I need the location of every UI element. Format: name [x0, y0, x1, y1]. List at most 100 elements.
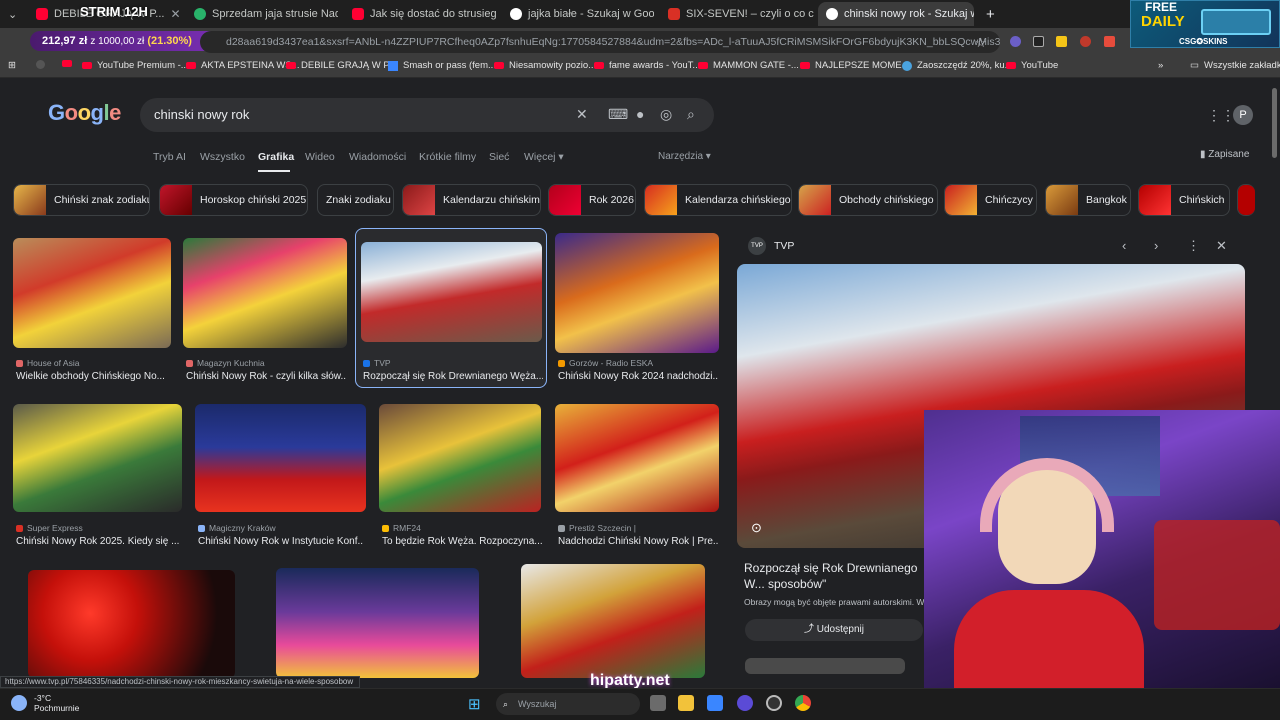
preview-source[interactable]: TVP	[774, 240, 794, 252]
result-image[interactable]	[13, 238, 171, 348]
apps-grid-icon[interactable]: ⊞	[8, 60, 16, 71]
filter-chip[interactable]	[1237, 184, 1255, 216]
tools-dropdown[interactable]: Narzędzia ▾	[658, 151, 711, 162]
search-icon[interactable]: ⌕	[687, 106, 695, 123]
obs-icon[interactable]	[766, 695, 782, 711]
microphone-icon[interactable]: ●	[636, 106, 644, 122]
address-bar[interactable]: d28aa619d3437ea1&sxsrf=ANbL-n4ZZPIUP7RCf…	[200, 31, 1000, 53]
result-image[interactable]	[13, 404, 182, 512]
bookmark-item[interactable]: DEBILE GRAJĄ W P...	[286, 60, 396, 71]
bookmark-item[interactable]: MAMMON GATE -...	[698, 60, 799, 71]
weather-widget[interactable]: -3°C Pochmurnie	[34, 693, 79, 713]
lens-icon[interactable]: ⊙	[751, 520, 762, 536]
filter-chip[interactable]: Chiński znak zodiaku	[13, 184, 150, 216]
tab-short-videos[interactable]: Krótkie filmy	[419, 151, 476, 163]
google-apps-icon[interactable]: ⋮⋮	[1207, 107, 1235, 124]
tab-search-button[interactable]: ⌄	[0, 2, 26, 26]
filter-chip[interactable]: Bangkok	[1045, 184, 1131, 216]
result-title[interactable]: Chiński Nowy Rok w Instytucie Konf...	[198, 536, 363, 547]
search-input[interactable]: chinski nowy rok ✕ ⌨ ● ◎ ⌕	[140, 98, 714, 132]
all-bookmarks[interactable]: ▭ Wszystkie zakładki	[1190, 60, 1280, 71]
avatar[interactable]: P	[1233, 105, 1253, 125]
related-thumbnail[interactable]	[745, 658, 905, 674]
filter-chip[interactable]: Obchody chińskiego	[798, 184, 938, 216]
google-logo[interactable]: Google	[48, 100, 121, 126]
bookmark-item[interactable]: NAJLEPSZE MOME...	[800, 60, 910, 71]
bookmark-item[interactable]: YouTube	[1006, 60, 1058, 71]
filter-chip[interactable]: Chińskich	[1138, 184, 1230, 216]
result-image[interactable]	[555, 233, 719, 353]
skins-ad-banner[interactable]: FREE DAILY CSG✪SKINS	[1130, 0, 1280, 48]
bookmark-item[interactable]: Smash or pass (fem...	[388, 60, 496, 71]
store-icon[interactable]	[707, 695, 723, 711]
tab-ai-mode[interactable]: Tryb AI	[153, 151, 186, 163]
result-image[interactable]	[521, 564, 705, 678]
result-image[interactable]	[183, 238, 347, 348]
clear-icon[interactable]: ✕	[576, 106, 588, 123]
tab-news[interactable]: Wiadomości	[349, 151, 406, 163]
extension-icon[interactable]	[1033, 36, 1044, 47]
close-icon[interactable]: ✕	[170, 7, 180, 21]
result-title[interactable]: Chiński Nowy Rok - czyli kilka słów...	[186, 371, 346, 382]
extension-icon[interactable]	[1056, 36, 1067, 47]
filter-chip[interactable]: Znaki zodiaku	[317, 184, 394, 216]
browser-tab[interactable]: jajka białe - Szukaj w Google✕	[502, 2, 654, 26]
bookmark-item[interactable]: AKTA EPSTEINA WS...	[186, 60, 300, 71]
bookmark-item[interactable]	[36, 60, 45, 69]
tab-more[interactable]: Więcej ▾	[524, 151, 564, 163]
bookmark-item[interactable]	[62, 60, 72, 67]
bookmark-star-icon[interactable]: ☆	[975, 35, 987, 51]
lens-icon[interactable]: ◎	[660, 106, 672, 123]
result-title[interactable]: Wielkie obchody Chińskiego No...	[16, 371, 176, 382]
filter-chip[interactable]: Chińczycy	[944, 184, 1037, 216]
bookmark-item[interactable]: Niesamowity pozio...	[494, 60, 596, 71]
result-image[interactable]	[28, 570, 235, 678]
previous-icon[interactable]: ‹	[1122, 238, 1126, 253]
filter-chip[interactable]: Kalendarzu chińskim	[402, 184, 541, 216]
result-title[interactable]: To będzie Rok Węża. Rozpoczyna...	[382, 536, 542, 547]
close-icon[interactable]: ✕	[1216, 238, 1227, 254]
new-tab-button[interactable]: +	[978, 2, 998, 26]
taskbar-search[interactable]: ⌕ Wyszukaj	[496, 693, 640, 715]
bookmark-item[interactable]: Zaoszczędź 20%, ku...	[902, 60, 1013, 71]
tab-web[interactable]: Sieć	[489, 151, 509, 163]
browser-tab-active[interactable]: chinski nowy rok - Szukaj w Google✕	[818, 2, 974, 26]
result-image[interactable]	[555, 404, 719, 512]
result-title[interactable]: Chiński Nowy Rok 2025. Kiedy się ...	[16, 536, 181, 547]
keyboard-icon[interactable]: ⌨	[608, 106, 628, 123]
scrollbar[interactable]	[1272, 88, 1277, 158]
result-title[interactable]: Rozpoczął się Rok Drewnianego Węża...	[363, 371, 543, 382]
result-image[interactable]	[379, 404, 541, 512]
share-button[interactable]: ⤴ Udostępnij	[745, 619, 923, 641]
browser-tab[interactable]: Sprzedam jaja strusie Nadarzyn✕	[186, 2, 338, 26]
preview-title[interactable]: Rozpoczął się Rok Drewnianego W... sposo…	[744, 560, 934, 592]
more-options-icon[interactable]: ⋮	[1187, 238, 1200, 254]
tab-videos[interactable]: Wideo	[305, 151, 335, 163]
next-icon[interactable]: ›	[1154, 238, 1158, 253]
tab-all[interactable]: Wszystko	[200, 151, 245, 163]
chrome-icon[interactable]	[795, 695, 811, 711]
filter-chip[interactable]: Kalendarza chińskiego	[644, 184, 792, 216]
extension-icon[interactable]	[1010, 36, 1021, 47]
result-image[interactable]	[195, 404, 366, 512]
filter-chip[interactable]: Horoskop chiński 2025	[159, 184, 308, 216]
extension-icon[interactable]	[1104, 36, 1115, 47]
result-image[interactable]	[276, 568, 479, 678]
bookmark-item[interactable]: YouTube Premium -...	[82, 60, 189, 71]
chevron-right-icon[interactable]: »	[1158, 60, 1163, 71]
result-title[interactable]: Chiński Nowy Rok 2024 nadchodzi...	[558, 371, 718, 382]
extension-icon[interactable]	[1080, 36, 1091, 47]
browser-tab[interactable]: Jak się dostać do strusiego jajka✕	[344, 2, 496, 26]
browser-tab[interactable]: SIX-SEVEN! – czyli o co chodzi✕	[660, 2, 814, 26]
filter-chip[interactable]: Rok 2026	[548, 184, 636, 216]
site-icon	[558, 360, 565, 367]
windows-start-icon[interactable]: ⊞	[468, 695, 481, 713]
bookmark-item[interactable]: fame awards - YouT...	[594, 60, 700, 71]
task-view-icon[interactable]	[650, 695, 666, 711]
result-title[interactable]: Nadchodzi Chiński Nowy Rok | Pre...	[558, 536, 718, 547]
file-explorer-icon[interactable]	[678, 695, 694, 711]
tab-images[interactable]: Grafika	[258, 151, 294, 163]
app-icon[interactable]	[737, 695, 753, 711]
saved-link[interactable]: ▮ Zapisane	[1200, 149, 1249, 160]
result-image[interactable]	[361, 242, 542, 342]
